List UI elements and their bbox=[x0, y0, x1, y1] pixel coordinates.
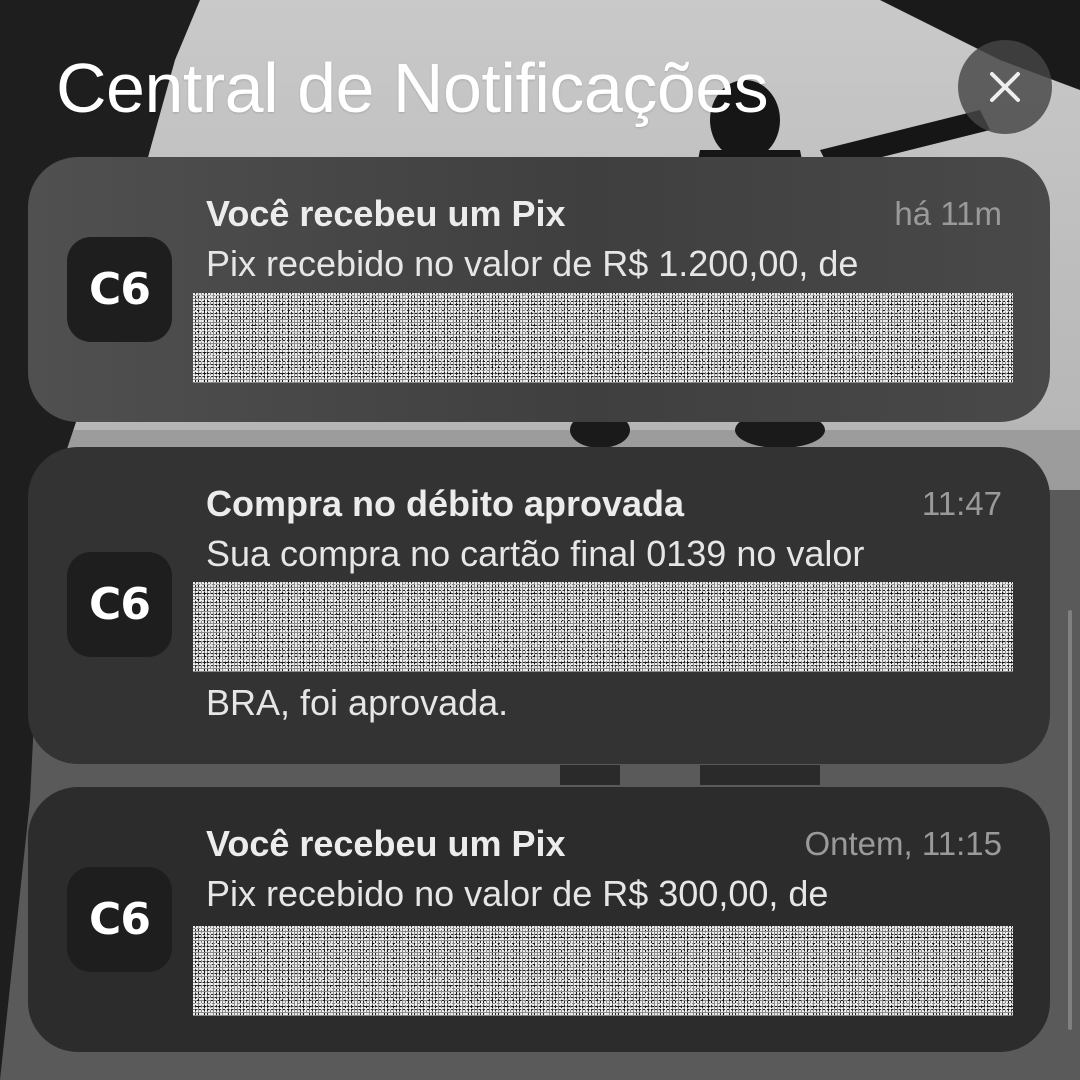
c6-app-icon: C6 bbox=[67, 867, 172, 972]
close-icon bbox=[990, 72, 1020, 102]
notification-card[interactable]: C6 Você recebeu um Pix Ontem, 11:15 Pix … bbox=[28, 787, 1050, 1052]
redacted-block bbox=[193, 582, 1013, 672]
notification-time: Ontem, 11:15 bbox=[804, 825, 1002, 862]
notification-body: Sua compra no cartão final 0139 no valor bbox=[206, 533, 865, 574]
notification-body-end: BRA, foi aprovada. bbox=[206, 682, 509, 723]
notification-title: Compra no débito aprovada bbox=[206, 483, 685, 524]
notification-card[interactable]: C6 Compra no débito aprovada 11:47 Sua c… bbox=[28, 447, 1050, 764]
redacted-block bbox=[193, 293, 1013, 383]
close-button[interactable] bbox=[958, 40, 1052, 134]
notification-time: 11:47 bbox=[921, 485, 1002, 522]
notification-body: Pix recebido no valor de R$ 300,00, de bbox=[206, 873, 829, 914]
redacted-block bbox=[193, 926, 1013, 1016]
notification-title: Você recebeu um Pix bbox=[206, 193, 566, 234]
notification-body: Pix recebido no valor de R$ 1.200,00, de bbox=[206, 243, 859, 284]
notification-title: Você recebeu um Pix bbox=[206, 823, 566, 864]
c6-app-icon: C6 bbox=[67, 237, 172, 342]
scroll-indicator[interactable] bbox=[1068, 610, 1072, 1030]
c6-app-icon: C6 bbox=[67, 552, 172, 657]
notification-card[interactable]: C6 Você recebeu um Pix há 11m Pix recebi… bbox=[28, 157, 1050, 422]
page-title: Central de Notificações bbox=[56, 49, 769, 127]
notification-time: há 11m bbox=[894, 195, 1002, 232]
